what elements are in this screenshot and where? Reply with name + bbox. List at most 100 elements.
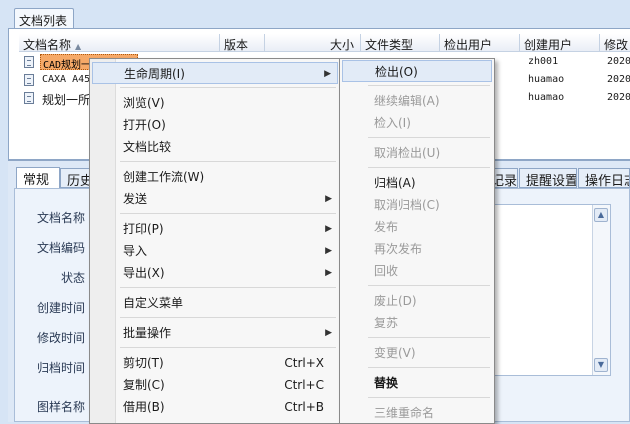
tab-operation-log[interactable]: 操作日志 xyxy=(578,168,630,188)
creator-cell: huamao xyxy=(528,74,565,85)
menu-item[interactable]: 替换 xyxy=(342,372,492,394)
tab-history[interactable]: 历史 xyxy=(60,168,92,188)
document-file-icon xyxy=(24,74,34,86)
document-name: CAD规划一 xyxy=(43,60,92,71)
menu-item-label: 打开(O) xyxy=(123,118,166,132)
menu-item[interactable]: 打开(O) xyxy=(92,114,338,136)
menu-item[interactable]: 生命周期(I) ▶ xyxy=(92,62,338,84)
menu-item-shortcut: Ctrl+B xyxy=(284,400,324,414)
column-header-version[interactable]: 版本 xyxy=(220,34,264,52)
menu-item-label: 导出(X) xyxy=(123,266,165,280)
lifecycle-submenu: 检出(O) 继续编辑(A) 检入(I) 取消检出(U) 归档(A) 取消归档(C) 发布再次… xyxy=(339,58,495,424)
menu-item: 发布 xyxy=(342,216,492,238)
menu-item[interactable]: 剪切(T) Ctrl+X xyxy=(92,352,338,374)
menu-item: 检入(I) xyxy=(342,112,492,134)
column-header-creator[interactable]: 创建用户 xyxy=(520,34,599,52)
menu-item-label: 替换 xyxy=(374,376,399,390)
menu-item-label: 发送 xyxy=(123,192,148,206)
menu-separator xyxy=(368,337,490,338)
sort-ascending-icon: ▲ xyxy=(75,42,82,51)
menu-item-label: 检入(I) xyxy=(374,116,411,130)
label-drawing-name: 图样名称 xyxy=(36,400,85,414)
document-file-icon xyxy=(24,56,34,68)
label-modified-time: 修改时间 xyxy=(36,331,85,345)
menu-item-label: 浏览(V) xyxy=(123,96,165,110)
context-menu: 生命周期(I) ▶ 浏览(V) 打开(O) 文档比较 创建工作流(W) 发送 ▶ 打印(P) ▶ 导… xyxy=(89,58,341,424)
menu-item: 变更(V) xyxy=(342,342,492,364)
vertical-scrollbar[interactable] xyxy=(592,205,610,375)
submenu-arrow-icon: ▶ xyxy=(325,328,332,338)
menu-item[interactable]: 检出(O) xyxy=(342,60,492,82)
menu-separator xyxy=(368,367,490,368)
menu-item-label: 借用(B) xyxy=(123,400,165,414)
label-created-time: 创建时间 xyxy=(36,301,85,315)
menu-item[interactable]: 自定义菜单 xyxy=(92,292,338,314)
table-row[interactable]: 规划一所 xyxy=(42,91,92,107)
menu-item: 复苏 xyxy=(342,312,492,334)
menu-item: 回收 xyxy=(342,260,492,282)
label-doc-name: 文档名称 xyxy=(36,211,85,225)
menu-item-label: 再次发布 xyxy=(374,242,423,256)
document-name: 规划一所 xyxy=(42,93,91,107)
menu-item-label: 发布 xyxy=(374,220,399,234)
column-header-file-type[interactable]: 文件类型 xyxy=(361,34,439,52)
menu-separator xyxy=(368,137,490,138)
tab-reminder-settings[interactable]: 提醒设置 xyxy=(519,168,577,188)
menu-item: 取消归档(C) xyxy=(342,194,492,216)
menu-item-label: 三维重命名 xyxy=(374,406,435,420)
menu-item[interactable]: 打印(P) ▶ xyxy=(92,218,338,240)
menu-separator xyxy=(368,167,490,168)
modified-cell: 2020 xyxy=(607,56,630,67)
label-doc-code: 文档编码 xyxy=(36,241,85,255)
document-file-icon xyxy=(24,92,34,104)
menu-item: 三维重命名 xyxy=(342,402,492,424)
menu-item-label: 取消检出(U) xyxy=(374,146,441,160)
menu-item[interactable]: 文档比较 xyxy=(92,136,338,158)
column-header-modified[interactable]: 修改 xyxy=(600,34,630,52)
menu-item-label: 检出(O) xyxy=(375,65,418,79)
column-header-size[interactable]: 大小 xyxy=(265,34,360,52)
table-row[interactable]: CAXA A45 xyxy=(42,74,92,90)
menu-item[interactable]: 导出(X) ▶ xyxy=(92,262,338,284)
menu-item-label: 归档(A) xyxy=(374,176,416,190)
menu-item-label: 导入 xyxy=(123,244,148,258)
column-header-label: 文档名称 xyxy=(23,38,72,52)
menu-separator xyxy=(120,347,336,348)
menu-item[interactable]: 发送 ▶ xyxy=(92,188,338,210)
menu-item[interactable]: 浏览(V) xyxy=(92,92,338,114)
label-status: 状态 xyxy=(60,271,85,285)
menu-separator xyxy=(120,87,336,88)
menu-item-label: 复制(C) xyxy=(123,378,165,392)
tab-general[interactable]: 常规 xyxy=(16,167,60,189)
menu-separator xyxy=(368,285,490,286)
menu-item-shortcut: Ctrl+X xyxy=(284,356,324,370)
menu-item-label: 剪切(T) xyxy=(123,356,164,370)
label-archived-time: 归档时间 xyxy=(36,361,85,375)
menu-item[interactable]: 归档(A) xyxy=(342,172,492,194)
creator-cell: zh001 xyxy=(528,56,559,67)
menu-item[interactable]: 批量操作 ▶ xyxy=(92,322,338,344)
menu-item-label: 复苏 xyxy=(374,316,399,330)
menu-item[interactable]: 借用(B) Ctrl+B xyxy=(92,396,338,418)
submenu-arrow-icon: ▶ xyxy=(325,224,332,234)
menu-item: 继续编辑(A) xyxy=(342,90,492,112)
menu-item: 取消检出(U) xyxy=(342,142,492,164)
menu-separator xyxy=(120,213,336,214)
menu-item[interactable]: 导入 ▶ xyxy=(92,240,338,262)
tab-document-list[interactable]: 文档列表 xyxy=(14,8,74,29)
menu-item-label: 创建工作流(W) xyxy=(123,170,205,184)
column-header-name[interactable]: 文档名称 ▲ xyxy=(19,34,219,52)
submenu-arrow-icon: ▶ xyxy=(325,268,332,278)
context-menu-items: 生命周期(I) ▶ 浏览(V) 打开(O) 文档比较 创建工作流(W) 发送 ▶ 打印(P) ▶ 导… xyxy=(92,62,338,418)
scroll-up-icon[interactable]: ▲ xyxy=(594,208,608,222)
menu-separator xyxy=(368,85,490,86)
scroll-down-icon[interactable]: ▼ xyxy=(594,358,608,372)
menu-item[interactable]: 复制(C) Ctrl+C xyxy=(92,374,338,396)
menu-item-shortcut: Ctrl+C xyxy=(284,378,324,392)
menu-item[interactable]: 创建工作流(W) xyxy=(92,166,338,188)
menu-item-label: 回收 xyxy=(374,264,399,278)
menu-item: 废止(D) xyxy=(342,290,492,312)
column-header-checkout-user[interactable]: 检出用户 xyxy=(440,34,519,52)
menu-item-label: 变更(V) xyxy=(374,346,416,360)
menu-separator xyxy=(120,287,336,288)
